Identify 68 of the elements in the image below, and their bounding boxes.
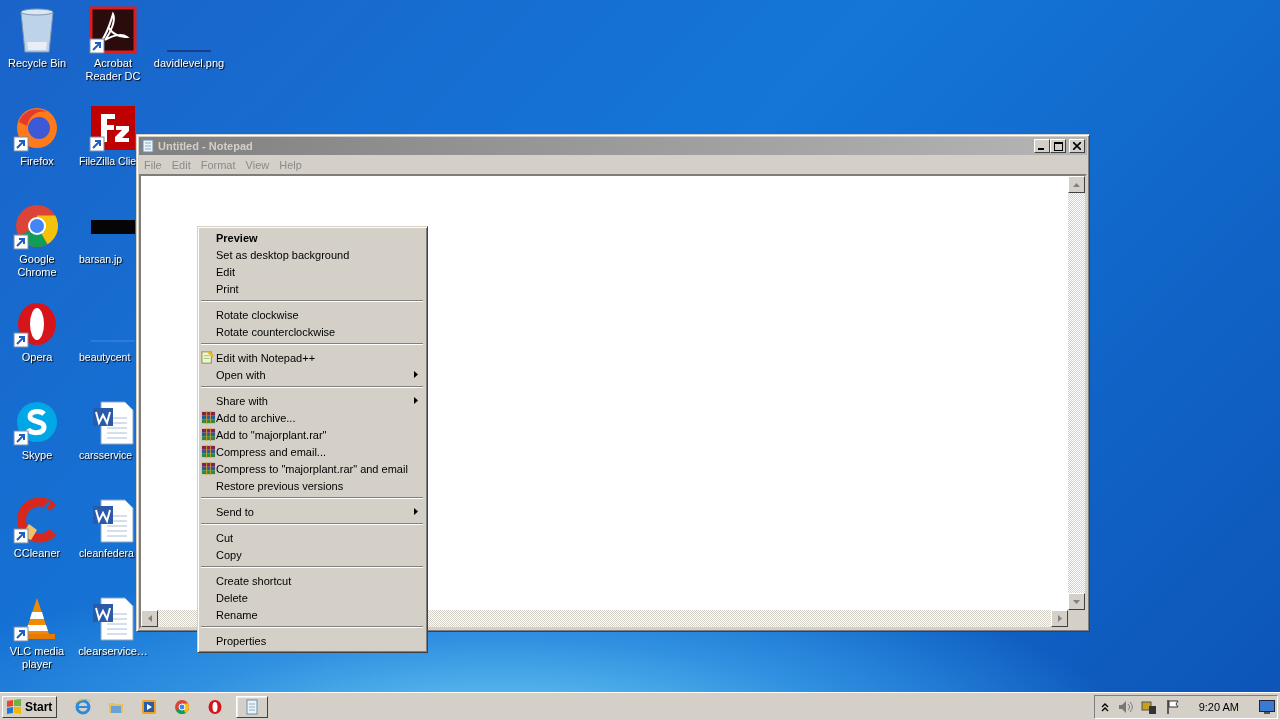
minimize-button[interactable]: [1034, 139, 1050, 153]
menu-item[interactable]: Open with: [200, 366, 424, 383]
maximize-button[interactable]: [1050, 139, 1066, 153]
scroll-left-icon[interactable]: [147, 615, 152, 622]
vertical-scrollbar[interactable]: [1068, 176, 1085, 610]
icon-label[interactable]: FileZilla Clie: [79, 155, 137, 168]
menu-item[interactable]: Edit: [200, 263, 424, 280]
menu-item[interactable]: Create shortcut: [200, 572, 424, 589]
icon-label[interactable]: CCleaner: [13, 547, 61, 560]
icon-label[interactable]: cleanfedera: [79, 547, 134, 560]
menu-item[interactable]: Add to "majorplant.rar": [200, 426, 424, 443]
menu-item[interactable]: Rename: [200, 606, 424, 623]
archive-books-icon: [201, 410, 216, 425]
chrome-icon[interactable]: [13, 202, 61, 250]
opera-icon[interactable]: [207, 698, 224, 715]
window-title: Untitled - Notepad: [158, 140, 254, 152]
menu-item[interactable]: Set as desktop background: [200, 246, 424, 263]
menu-item[interactable]: Compress and email...: [200, 443, 424, 460]
menu-item[interactable]: Send to: [200, 503, 424, 520]
close-button[interactable]: [1069, 139, 1085, 153]
flag-icon[interactable]: [1164, 698, 1181, 715]
archive-books-icon: [201, 427, 216, 442]
icon-label[interactable]: davidlevel.png: [153, 57, 225, 70]
menu-item[interactable]: Share with: [200, 392, 424, 409]
menu-item[interactable]: Properties: [200, 632, 424, 649]
menu-item[interactable]: Rotate counterclockwise: [200, 323, 424, 340]
start-logo-icon: [5, 698, 23, 715]
archive-books-icon: [201, 444, 216, 459]
acrobat-icon[interactable]: [89, 6, 137, 54]
clock[interactable]: 9:20 AM: [1198, 700, 1239, 713]
close-icon: [1073, 142, 1081, 150]
scroll-right-icon[interactable]: [1057, 615, 1062, 622]
icon-label[interactable]: Acrobat Reader DC: [77, 57, 149, 83]
menu-item[interactable]: Delete: [200, 589, 424, 606]
scroll-down-icon[interactable]: [1073, 599, 1080, 604]
icon-label[interactable]: Google Chrome: [1, 253, 73, 279]
media-player-icon[interactable]: [141, 698, 158, 715]
notepad-icon: [141, 139, 155, 153]
menu-item[interactable]: Compress to "majorplant.rar" and email: [200, 460, 424, 477]
menu-item[interactable]: Preview: [200, 229, 424, 246]
icon-label[interactable]: Recycle Bin: [7, 57, 67, 70]
icon-label[interactable]: beautycent: [79, 351, 131, 364]
icon-label[interactable]: Skype: [21, 449, 53, 462]
menu-item[interactable]: Cut: [200, 529, 424, 546]
menu-item[interactable]: Copy: [200, 546, 424, 563]
scroll-up-icon[interactable]: [1073, 182, 1080, 187]
icon-label[interactable]: barsan.jp: [79, 253, 123, 266]
resize-grip[interactable]: [1068, 610, 1085, 627]
icon-label[interactable]: Firefox: [20, 155, 54, 168]
maximize-icon: [1053, 141, 1063, 151]
archive-books-icon: [201, 461, 216, 476]
filezilla-icon[interactable]: [89, 104, 137, 152]
chevron-up-icon[interactable]: [1100, 701, 1109, 712]
task-button[interactable]: [236, 695, 269, 718]
menu-item[interactable]: Edit with Notepad++: [200, 349, 424, 366]
menu-item[interactable]: Print: [200, 280, 424, 297]
icon-label[interactable]: VLC media player: [1, 645, 73, 671]
menu-item[interactable]: Rotate clockwise: [200, 306, 424, 323]
notepad-plus-icon: [201, 350, 216, 365]
icon-label[interactable]: clearservice…: [78, 645, 148, 658]
show-desktop-icon[interactable]: [1259, 699, 1275, 714]
start-button[interactable]: Start: [2, 695, 58, 718]
menu-item[interactable]: Restore previous versions: [200, 477, 424, 494]
menu-item[interactable]: Add to archive...: [200, 409, 424, 426]
icon-label[interactable]: Opera: [21, 351, 53, 364]
network-icon[interactable]: [1140, 698, 1157, 715]
icon-label[interactable]: carsservice: [79, 449, 133, 462]
chrome-icon[interactable]: [174, 698, 191, 715]
